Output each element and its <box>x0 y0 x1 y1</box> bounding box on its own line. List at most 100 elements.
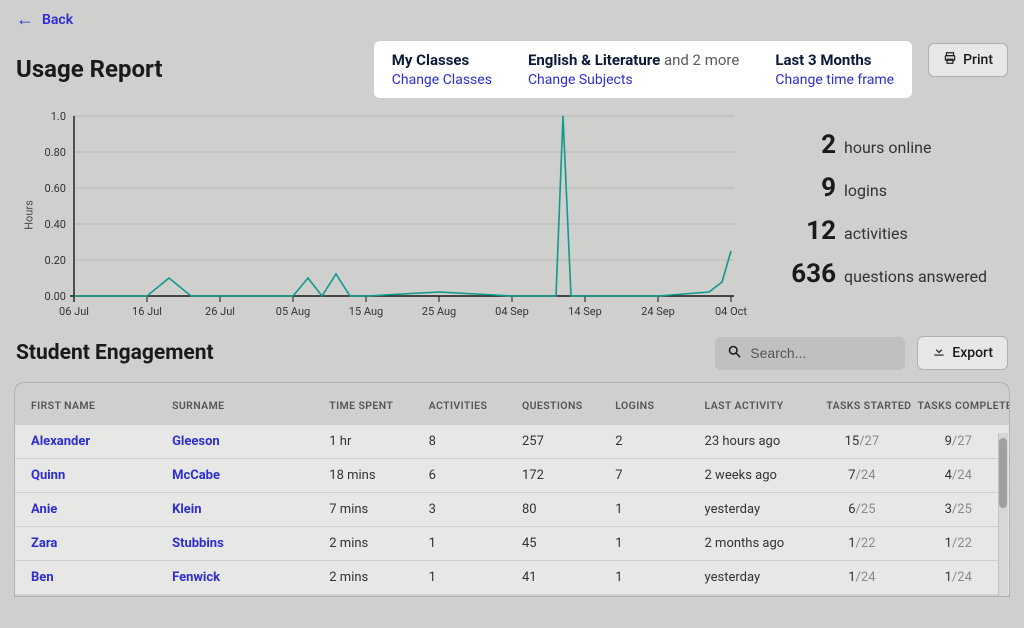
filter-classes: My Classes Change Classes <box>392 51 492 88</box>
cell-started: 6/25 <box>816 493 907 527</box>
search-box[interactable] <box>715 337 905 370</box>
scrollbar-thumb[interactable] <box>999 438 1007 508</box>
th-surname[interactable]: SURNAME <box>162 383 319 425</box>
table-row: ZaraStubbins2 mins14512 months ago1/221/… <box>15 527 1009 561</box>
student-first-link[interactable]: Zara <box>31 536 57 551</box>
change-subjects-link[interactable]: Change Subjects <box>528 72 739 88</box>
th-last[interactable]: LAST ACTIVITY <box>695 383 817 425</box>
th-time[interactable]: TIME SPENT <box>319 383 418 425</box>
search-icon <box>727 344 742 363</box>
summary-stats: 2 hours online 9 logins 12 activities 63… <box>788 108 1008 322</box>
cell-logins: 1 <box>605 493 694 527</box>
svg-text:0.60: 0.60 <box>45 182 66 195</box>
cell-time: 18 mins <box>319 459 418 493</box>
cell-started: 15/27 <box>816 425 907 459</box>
cell-activities: 6 <box>419 459 512 493</box>
cell-activities: 8 <box>419 425 512 459</box>
filter-classes-title: My Classes <box>392 51 492 69</box>
cell-time: 2 mins <box>319 527 418 561</box>
section-title: Student Engagement <box>16 341 214 365</box>
svg-text:15 Aug: 15 Aug <box>349 305 383 318</box>
cell-last: 2 months ago <box>695 527 817 561</box>
line-chart-svg: 1.0 0.80 0.60 0.40 0.20 0.00 <box>16 108 756 322</box>
section-header: Student Engagement Export <box>0 322 1024 374</box>
cell-time: 1 hr <box>319 425 418 459</box>
cell-questions: 41 <box>512 561 605 595</box>
chart: Hours 1.0 0.80 0.60 <box>16 108 770 322</box>
svg-text:0.40: 0.40 <box>45 218 66 231</box>
cell-logins: 7 <box>605 459 694 493</box>
back-link[interactable]: ← Back <box>0 0 89 33</box>
filter-subjects: English & Literature and 2 more Change S… <box>528 51 739 88</box>
search-input[interactable] <box>750 345 893 361</box>
table-header: FIRST NAME SURNAME TIME SPENT ACTIVITIES… <box>15 383 1009 425</box>
stat-questions: 636 questions answered <box>788 261 1008 287</box>
stat-logins: 9 logins <box>788 175 1008 201</box>
filter-timeframe-title: Last 3 Months <box>775 51 894 69</box>
cell-last: yesterday <box>695 561 817 595</box>
cell-activities: 1 <box>419 527 512 561</box>
cell-activities: 1 <box>419 561 512 595</box>
chart-area: Hours 1.0 0.80 0.60 <box>0 98 1024 322</box>
th-questions[interactable]: QUESTIONS <box>512 383 605 425</box>
change-timeframe-link[interactable]: Change time frame <box>775 72 894 88</box>
th-first[interactable]: FIRST NAME <box>15 383 162 425</box>
svg-text:04 Oct: 04 Oct <box>715 305 747 318</box>
svg-text:14 Sep: 14 Sep <box>568 305 602 318</box>
chart-ylabel: Hours <box>22 200 35 230</box>
cell-started: 1/24 <box>816 561 907 595</box>
student-surname-link[interactable]: Stubbins <box>172 536 224 551</box>
filter-subjects-title: English & Literature and 2 more <box>528 51 739 69</box>
cell-completed: 4/24 <box>908 459 1009 493</box>
student-first-link[interactable]: Alexander <box>31 434 90 449</box>
print-label: Print <box>963 52 993 68</box>
stat-activities: 12 activities <box>788 218 1008 244</box>
cell-completed: 9/27 <box>908 425 1009 459</box>
download-icon <box>932 344 946 362</box>
cell-questions: 80 <box>512 493 605 527</box>
cell-completed: 3/25 <box>908 493 1009 527</box>
cell-last: 23 hours ago <box>695 425 817 459</box>
table-row: QuinnMcCabe18 mins617272 weeks ago7/244/… <box>15 459 1009 493</box>
cell-started: 7/24 <box>816 459 907 493</box>
cell-activities: 3 <box>419 493 512 527</box>
student-surname-link[interactable]: Gleeson <box>172 434 220 449</box>
svg-text:0.00: 0.00 <box>45 290 66 303</box>
student-surname-link[interactable]: Klein <box>172 502 201 517</box>
th-started[interactable]: TASKS STARTED <box>816 383 907 425</box>
change-classes-link[interactable]: Change Classes <box>392 72 492 88</box>
export-button[interactable]: Export <box>917 336 1008 370</box>
svg-text:16 Jul: 16 Jul <box>132 305 162 318</box>
arrow-left-icon: ← <box>16 11 34 29</box>
svg-text:0.20: 0.20 <box>45 254 66 267</box>
cell-logins: 1 <box>605 561 694 595</box>
cell-started: 1/22 <box>816 527 907 561</box>
cell-completed: 1/22 <box>908 527 1009 561</box>
th-completed[interactable]: TASKS COMPLETED <box>908 383 1009 425</box>
svg-text:05 Aug: 05 Aug <box>276 305 310 318</box>
th-activities[interactable]: ACTIVITIES <box>419 383 512 425</box>
svg-text:26 Jul: 26 Jul <box>205 305 235 318</box>
stat-hours: 2 hours online <box>788 132 1008 158</box>
student-surname-link[interactable]: Fenwick <box>172 570 220 585</box>
table-row: AnieKlein7 mins3801yesterday6/253/25 <box>15 493 1009 527</box>
cell-time: 2 mins <box>319 561 418 595</box>
print-button[interactable]: Print <box>928 43 1008 77</box>
th-logins[interactable]: LOGINS <box>605 383 694 425</box>
svg-text:0.80: 0.80 <box>45 146 66 159</box>
print-icon <box>943 51 957 69</box>
student-surname-link[interactable]: McCabe <box>172 468 220 483</box>
back-label: Back <box>42 12 73 28</box>
student-first-link[interactable]: Ben <box>31 570 54 585</box>
cell-questions: 45 <box>512 527 605 561</box>
section-controls: Export <box>715 336 1008 370</box>
table-row: AlexanderGleeson1 hr8257223 hours ago15/… <box>15 425 1009 459</box>
svg-text:25 Aug: 25 Aug <box>422 305 456 318</box>
student-first-link[interactable]: Quinn <box>31 468 65 483</box>
cell-questions: 257 <box>512 425 605 459</box>
svg-text:06 Jul: 06 Jul <box>59 305 89 318</box>
svg-text:04 Sep: 04 Sep <box>495 305 529 318</box>
student-first-link[interactable]: Anie <box>31 502 57 517</box>
cell-last: yesterday <box>695 493 817 527</box>
page-title: Usage Report <box>16 55 163 83</box>
